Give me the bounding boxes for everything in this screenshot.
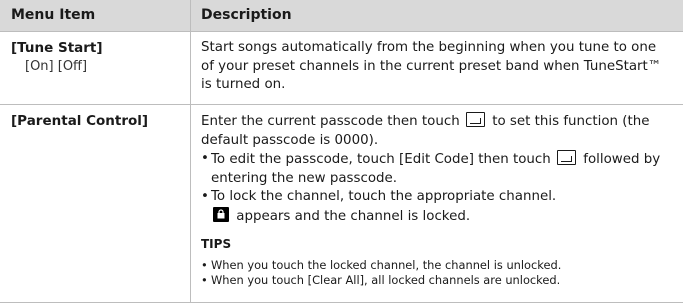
bullet-text: appears and the channel is locked. (236, 208, 471, 224)
list-item: To edit the passcode, touch [Edit Code] … (201, 150, 671, 188)
bullet-text: To edit the passcode, touch [Edit Code] … (211, 152, 551, 167)
bullet-text: To lock the channel, touch the appropria… (211, 189, 557, 204)
menu-item-tune-start: [Tune Start] (11, 40, 103, 56)
row-description: Start songs automatically from the begin… (201, 39, 671, 95)
table-row: [Tune Start] [On] [Off] Start songs auto… (0, 31, 683, 104)
enter-key-icon (557, 150, 576, 165)
desc-part: Enter the current passcode then touch (201, 114, 460, 129)
list-item: To lock the channel, touch the appropria… (201, 188, 671, 226)
tips-title: TIPS (201, 237, 232, 251)
header-menu-item: Menu Item (11, 7, 96, 23)
description-text: Start songs automatically from the begin… (201, 40, 662, 92)
menu-item-options: [On] [Off] (25, 59, 88, 74)
enter-key-icon (465, 112, 485, 127)
menu-item-parental-control: [Parental Control] (11, 113, 149, 129)
header-description: Description (201, 7, 292, 23)
table-header: Menu Item Description (0, 0, 683, 31)
description-text: Enter the current passcode then touch to… (201, 112, 671, 150)
settings-table: Menu Item Description [Tune Start] [On] … (0, 0, 683, 303)
row-description: Enter the current passcode then touch to… (201, 112, 671, 289)
tip-item: When you touch the locked channel, the c… (201, 258, 671, 274)
table-row: [Parental Control] Enter the current pas… (0, 104, 683, 302)
lock-icon (213, 206, 229, 222)
tip-item: When you touch [Clear All], all locked c… (201, 273, 671, 289)
